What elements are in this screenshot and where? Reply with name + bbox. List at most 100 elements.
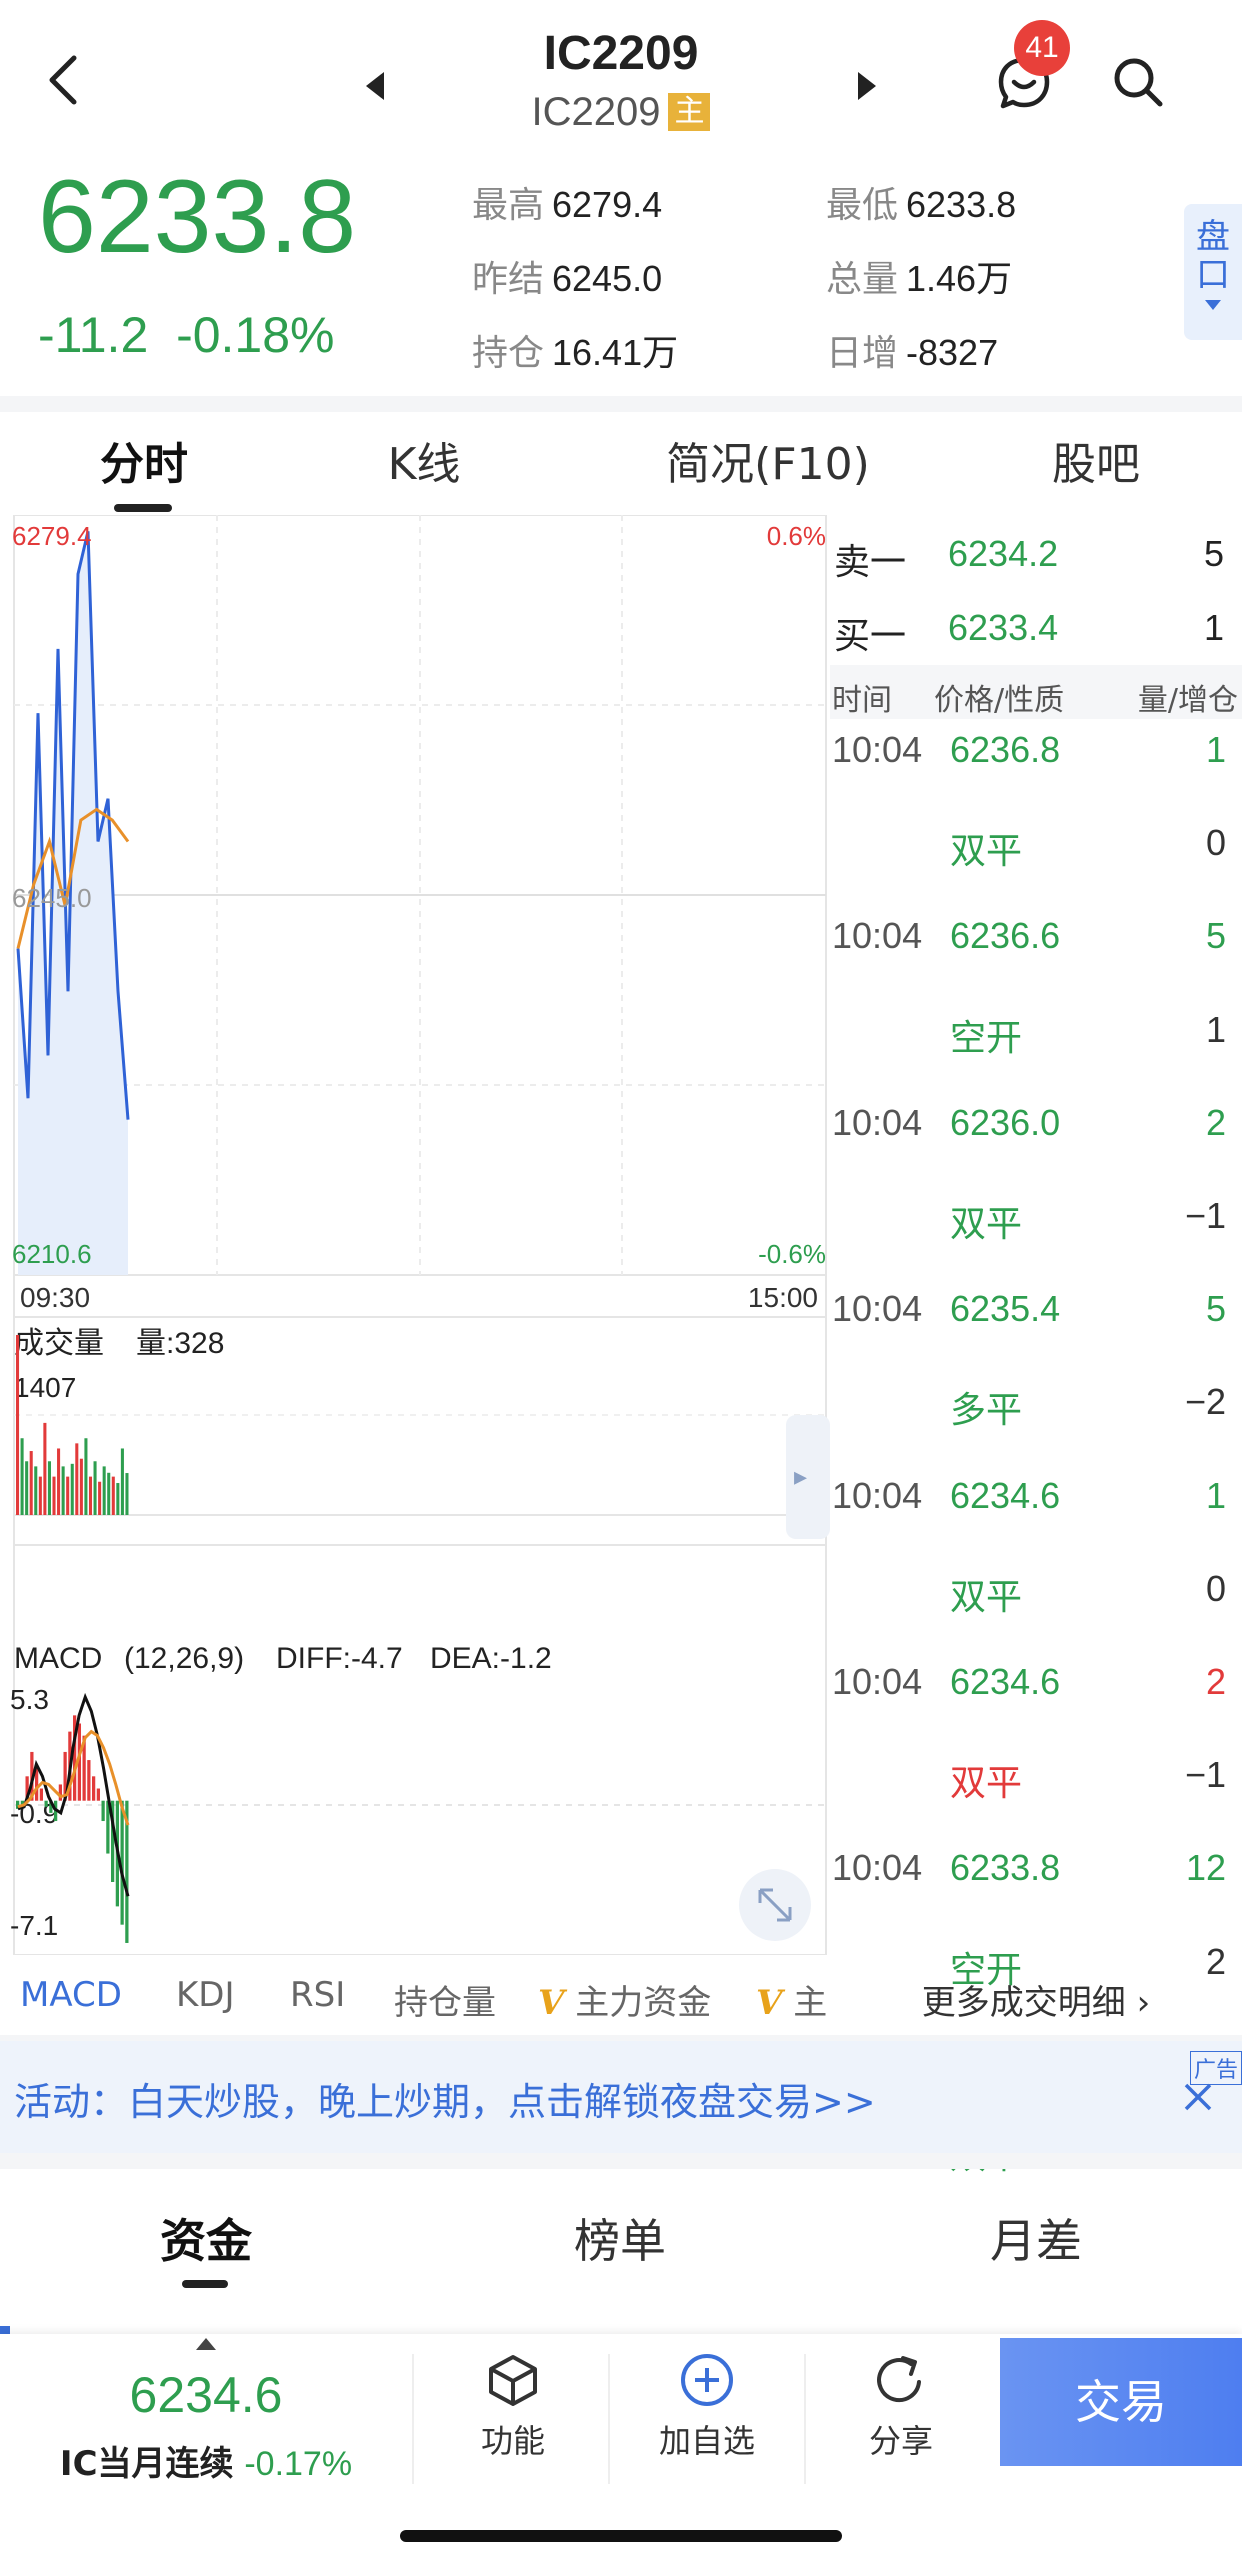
pct-high-label: 0.6%	[767, 521, 826, 551]
trade-nature: 空开	[950, 1017, 1023, 1059]
volume-bar	[52, 1476, 56, 1515]
trade-price: 6236.0	[950, 1101, 1061, 1143]
stat-prev-settle: 昨结 6245.0	[472, 250, 662, 302]
volume-bar	[43, 1422, 47, 1515]
volume-bar	[16, 1335, 20, 1515]
collapse-panel-handle[interactable]	[786, 1415, 830, 1539]
stat-label: 日增	[826, 333, 899, 374]
trade-volume: 1	[1205, 1474, 1226, 1516]
tab-main-fund-2[interactable]: V 主	[756, 1975, 826, 2024]
intraday-chart[interactable]: 6279.4 6245.0 6210.6 0.6% -0.6% 09:30 15…	[0, 515, 830, 1955]
macd-bar	[92, 1776, 96, 1801]
indicator-tabs: MACD KDJ RSI 持仓量 V 主力资金 V 主	[0, 1955, 830, 2035]
volume-bars	[16, 1335, 129, 1515]
volume-current: 量:328	[136, 1327, 224, 1360]
volume-bar	[66, 1476, 70, 1515]
volume-bar	[88, 1476, 93, 1515]
macd-bar	[87, 1760, 91, 1801]
volume-title: 成交量	[14, 1326, 104, 1361]
volume-bar	[75, 1443, 79, 1515]
macd-bar	[101, 1800, 105, 1822]
tab-rsi[interactable]: RSI	[290, 1975, 345, 2015]
more-trade-details-link[interactable]: 更多成交明细 ›	[830, 1975, 1242, 2024]
previous-contract-icon[interactable]	[366, 72, 384, 100]
vip-icon: V	[538, 1983, 565, 2023]
change-value: -11.2	[38, 307, 149, 363]
macd-bar	[39, 1788, 43, 1801]
tab-open-interest[interactable]: 持仓量	[394, 1975, 496, 2024]
tab-intraday[interactable]: 分时	[24, 428, 264, 492]
stat-value: 16.41万	[552, 332, 679, 373]
trade-row: 10:04 6235.4 5	[830, 1288, 1242, 1364]
continuous-price[interactable]: 6234.6	[0, 2366, 412, 2424]
function-button[interactable]: 功能	[418, 2352, 608, 2492]
tab-month-spread[interactable]: 月差	[886, 2205, 1186, 2271]
stat-label: 昨结	[472, 259, 545, 300]
stat-open-interest: 持仓 16.41万	[472, 324, 678, 376]
trade-time: 10:04	[832, 915, 923, 957]
caret-up-icon[interactable]	[196, 2338, 216, 2350]
price-low-label: 6210.6	[12, 1239, 92, 1269]
tab-forum[interactable]: 股吧	[976, 428, 1216, 492]
trade-list-header: 时间 价格/性质 量/增仓	[830, 665, 1242, 719]
close-icon[interactable]	[1180, 2079, 1216, 2115]
main-contract-badge: 主	[668, 93, 711, 131]
add-watchlist-label: 加自选	[658, 2422, 755, 2460]
add-watchlist-button[interactable]: 加自选	[612, 2352, 802, 2492]
cube-icon	[489, 2355, 537, 2406]
macd-bottom-label: -7.1	[10, 1910, 58, 1941]
search-icon[interactable]	[1108, 52, 1168, 112]
trade-time: 10:04	[832, 1474, 923, 1516]
tab-main-fund[interactable]: V 主力资金	[538, 1975, 711, 2024]
trade-oi-change: 0	[1205, 1567, 1226, 1609]
trade-button[interactable]: 交易	[1000, 2338, 1242, 2466]
pankou-label: 盘口	[1196, 217, 1230, 295]
stat-label: 总量	[826, 259, 899, 300]
volume-bar	[20, 1438, 24, 1515]
tab-f10[interactable]: 简况(F10)	[648, 428, 888, 492]
promo-banner[interactable]: 活动：白天炒股，晚上炒期，点击解锁夜盘交易>> 广告	[0, 2041, 1242, 2153]
volume-bar	[120, 1448, 124, 1515]
time-end-label: 15:00	[748, 1282, 818, 1313]
volume-max-label: 1407	[14, 1372, 76, 1403]
ask-row: 卖一 6234.2 5	[830, 533, 1242, 605]
trade-row: 10:04 6236.6 5	[830, 915, 1242, 991]
contract-code: IC2209	[531, 90, 661, 134]
volume-bar	[57, 1448, 61, 1515]
continuous-contract[interactable]: IC当月连续 -0.17%	[0, 2436, 412, 2485]
volume-bar	[98, 1481, 102, 1515]
tab-kdj[interactable]: KDJ	[176, 1975, 235, 2015]
stat-value: 6279.4	[552, 184, 663, 225]
tab-macd[interactable]: MACD	[20, 1975, 122, 2015]
share-button[interactable]: 分享	[806, 2352, 996, 2492]
promo-text[interactable]: 活动：白天炒股，晚上炒期，点击解锁夜盘交易>>	[14, 2071, 876, 2126]
contract-subtitle: IC2209 主	[421, 90, 821, 135]
stat-low: 最低 6233.8	[826, 176, 1016, 228]
volume-bar	[116, 1483, 120, 1515]
tab-main-fund-2-label: 主	[793, 1983, 826, 2023]
trade-nature-row: 双平 0	[830, 822, 1242, 898]
time-start-label: 09:30	[20, 1282, 90, 1313]
trade-nature: 多平	[950, 1390, 1023, 1432]
trade-oi-change: 0	[1205, 822, 1226, 864]
ask-label: 卖一	[834, 542, 907, 583]
price-change: -11.2 -0.18%	[38, 306, 335, 364]
trade-row: 10:04 6234.6 2	[830, 1661, 1242, 1737]
bid-volume: 1	[1203, 607, 1224, 648]
order-book-toggle[interactable]: 盘口	[1184, 204, 1242, 340]
trade-volume: 12	[1185, 1847, 1226, 1889]
stat-label: 最低	[826, 185, 899, 226]
trade-oi-change: 1	[1205, 1008, 1226, 1050]
tab-rankings[interactable]: 榜单	[470, 2205, 770, 2271]
stat-total-volume: 总量 1.46万	[826, 250, 1012, 302]
trade-volume: 5	[1205, 915, 1226, 957]
trade-nature-row: 多平 −2	[830, 1381, 1242, 1457]
trade-price: 6235.4	[950, 1288, 1061, 1330]
tab-kline[interactable]: K线	[304, 428, 544, 492]
stat-value: -8327	[906, 332, 999, 373]
back-arrow-icon[interactable]	[40, 50, 90, 110]
tab-funds[interactable]: 资金	[56, 2205, 356, 2271]
trade-time: 10:04	[832, 729, 923, 770]
trade-row: 10:04 6234.6 1	[830, 1475, 1242, 1551]
next-contract-icon[interactable]	[858, 72, 876, 100]
